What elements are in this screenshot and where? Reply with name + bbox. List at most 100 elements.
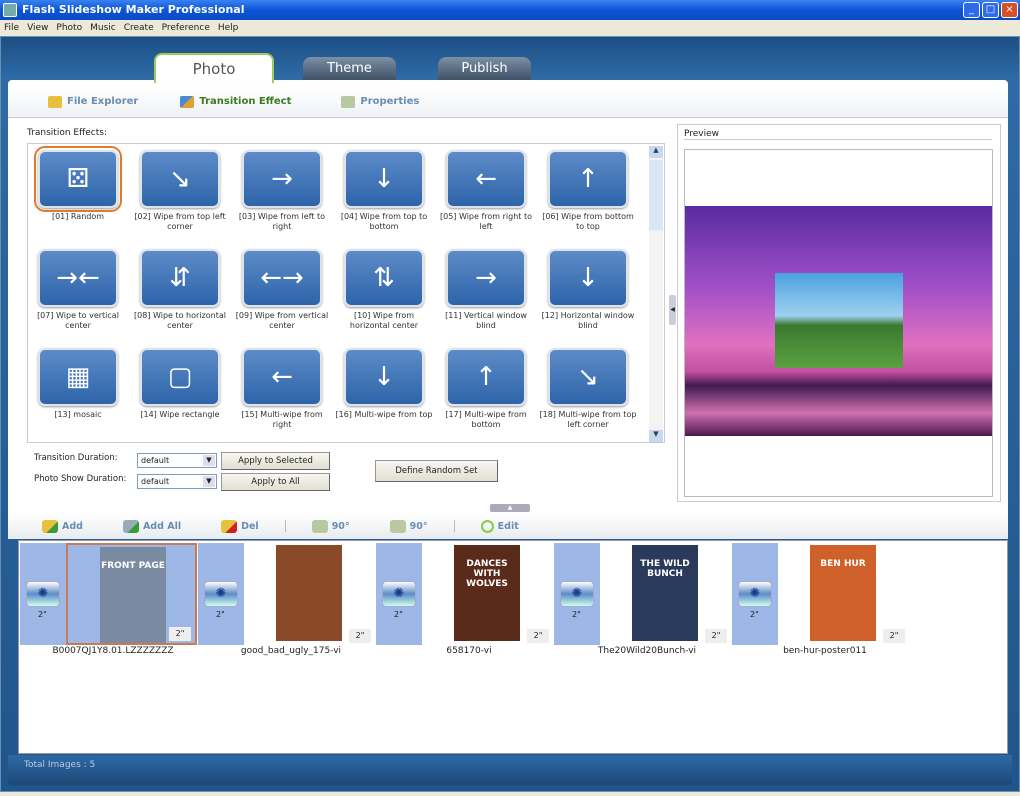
photo-slot[interactable]: THE WILD BUNCH 2" [600, 543, 731, 645]
folder-icon [48, 95, 62, 108]
transition-effect-icon: ↓ [548, 249, 628, 307]
delete-label: Del [241, 520, 259, 532]
minimize-button[interactable]: _ [963, 2, 980, 18]
tab-publish[interactable]: Publish [438, 57, 531, 81]
menu-view[interactable]: View [27, 20, 48, 36]
tab-theme[interactable]: Theme [303, 57, 396, 81]
maximize-button[interactable]: □ [982, 2, 999, 18]
transition-effect-tile[interactable]: ←→ [09] Wipe from vertical center [232, 246, 332, 331]
transition-effect-tile[interactable]: ▢ [14] Wipe rectangle [130, 345, 230, 420]
subtab-transition-effect[interactable]: Transition Effect [180, 95, 291, 108]
toolbar-separator [453, 520, 455, 532]
add-all-icon [122, 519, 139, 533]
delete-button[interactable]: Del [221, 519, 259, 533]
effects-scrollbar[interactable]: ▲ ▼ [649, 146, 663, 442]
photo-filename: good_bad_ugly_175-vi [240, 646, 342, 656]
transition-duration: 2" [38, 610, 47, 619]
transition-effect-tile[interactable]: ▦ [13] mosaic [28, 345, 128, 420]
transition-effect-tile[interactable]: ↓ [12] Horizontal window blind [538, 246, 638, 331]
photo-show-duration-select[interactable]: default ▼ [137, 474, 217, 489]
menu-file[interactable]: File [4, 20, 19, 36]
rotate-right-button[interactable]: 90° [389, 519, 428, 533]
photo-slot[interactable]: DANCES WITH WOLVES 2" [422, 543, 553, 645]
photo-show-duration-label: Photo Show Duration: [34, 474, 127, 484]
transition-effect-label: [09] Wipe from vertical center [235, 311, 329, 330]
transition-effect-label: [17] Multi-wipe from bottom [445, 410, 527, 429]
transition-slot[interactable]: ✺ 2" [198, 543, 244, 645]
scroll-down-button[interactable]: ▼ [649, 430, 663, 442]
transition-effect-tile[interactable]: →← [07] Wipe to vertical center [28, 246, 128, 331]
transition-effect-tile[interactable]: ↘ [18] Multi-wipe from top left corner [538, 345, 638, 430]
define-random-set-button[interactable]: Define Random Set [375, 460, 498, 482]
delete-icon [221, 519, 238, 533]
menu-help[interactable]: Help [218, 20, 239, 36]
apply-to-selected-button[interactable]: Apply to Selected [221, 452, 330, 470]
subtab-label: File Explorer [67, 96, 139, 107]
transition-effect-tile[interactable]: ⇅ [10] Wipe from horizontal center [334, 246, 434, 331]
transition-effect-tile[interactable]: ↑ [06] Wipe from bottom to top [538, 147, 638, 232]
rotate-left-button[interactable]: 90° [311, 519, 350, 533]
photo-duration: 2" [349, 629, 371, 643]
scroll-thumb[interactable] [649, 160, 663, 230]
transition-effect-tile[interactable]: ← [15] Multi-wipe from right [232, 345, 332, 430]
panel-splitter[interactable]: ▲ [490, 504, 530, 512]
transition-slot[interactable]: ✺ 2" [376, 543, 422, 645]
subtab-file-explorer[interactable]: File Explorer [48, 95, 139, 108]
photo-filename: The20Wild20Bunch-vi [597, 646, 697, 656]
transition-effect-label: [13] mosaic [54, 410, 102, 419]
photo-thumbnail: BEN HUR [810, 545, 876, 641]
photo-slot[interactable]: BEN HUR 2" [778, 543, 909, 645]
photo-filename: 658170-vi [446, 646, 492, 656]
select-value: default [141, 456, 170, 465]
photo-slot[interactable]: 2" [244, 543, 375, 645]
transition-effect-tile[interactable]: → [11] Vertical window blind [436, 246, 536, 331]
transition-effect-tile[interactable]: → [03] Wipe from left to right [232, 147, 332, 232]
transition-effect-label: [14] Wipe rectangle [140, 410, 220, 419]
transition-effect-icon: ↑ [446, 348, 526, 406]
transition-duration-select[interactable]: default ▼ [137, 453, 217, 468]
photo-thumbnail [276, 545, 342, 641]
close-button[interactable]: × [1001, 2, 1018, 18]
transition-film-icon: ✺ [560, 581, 594, 607]
edit-button[interactable]: Edit [480, 519, 519, 533]
subtab-label: Properties [360, 96, 420, 107]
transition-effect-tile[interactable]: ↑ [17] Multi-wipe from bottom [436, 345, 536, 430]
transition-effect-tile[interactable]: ↘ [02] Wipe from top left corner [130, 147, 230, 232]
transition-duration: 2" [216, 610, 225, 619]
transition-effect-tile[interactable]: ← [05] Wipe from right to left [436, 147, 536, 232]
add-button[interactable]: Add [42, 519, 83, 533]
menu-preference[interactable]: Preference [162, 20, 210, 36]
transition-effect-tile[interactable]: ↓ [04] Wipe from top to bottom [334, 147, 434, 232]
transition-slot[interactable]: ✺ 2" [20, 543, 66, 645]
preview-inset-photo [775, 273, 903, 368]
add-all-button[interactable]: Add All [122, 519, 181, 533]
transition-effect-tile[interactable]: ⇵ [08] Wipe to horizontal center [130, 246, 230, 331]
transition-icon [180, 95, 195, 108]
transition-film-icon: ✺ [738, 581, 772, 607]
transition-slot[interactable]: ✺ 2" [554, 543, 600, 645]
transition-duration: 2" [394, 610, 403, 619]
photo-slot[interactable]: FRONT PAGE 2" [66, 543, 197, 645]
toolbar-separator [284, 520, 286, 532]
menu-photo[interactable]: Photo [56, 20, 82, 36]
rotate-right-icon [389, 519, 406, 533]
transition-effect-icon: ← [242, 348, 322, 406]
add-icon [42, 519, 58, 533]
scroll-up-button[interactable]: ▲ [649, 146, 663, 158]
panel-splitter-vertical[interactable]: ◀ [669, 295, 676, 325]
menu-create[interactable]: Create [124, 20, 154, 36]
window-title: Flash Slideshow Maker Professional [22, 3, 245, 16]
tab-photo[interactable]: Photo [154, 53, 274, 83]
subtab-properties[interactable]: Properties [341, 95, 420, 108]
menu-music[interactable]: Music [90, 20, 116, 36]
transition-effect-tile[interactable]: ⚄ [01] Random [28, 146, 128, 222]
apply-to-all-button[interactable]: Apply to All [221, 473, 330, 491]
transition-slot[interactable]: ✺ 2" [732, 543, 778, 645]
transition-effect-tile[interactable]: ↓ [16] Multi-wipe from top [334, 345, 434, 420]
transition-effect-icon: ⚄ [34, 146, 122, 212]
photo-toolbar: Add Add All Del 90° 90° Edit [8, 513, 1008, 539]
transition-effects-grid: ⚄ [01] Random ↘ [02] Wipe from top left cor… [27, 143, 665, 443]
transition-effect-icon: ▦ [38, 348, 118, 406]
transition-film-icon: ✺ [26, 581, 60, 607]
status-total-images: Total Images : 5 [24, 760, 96, 770]
